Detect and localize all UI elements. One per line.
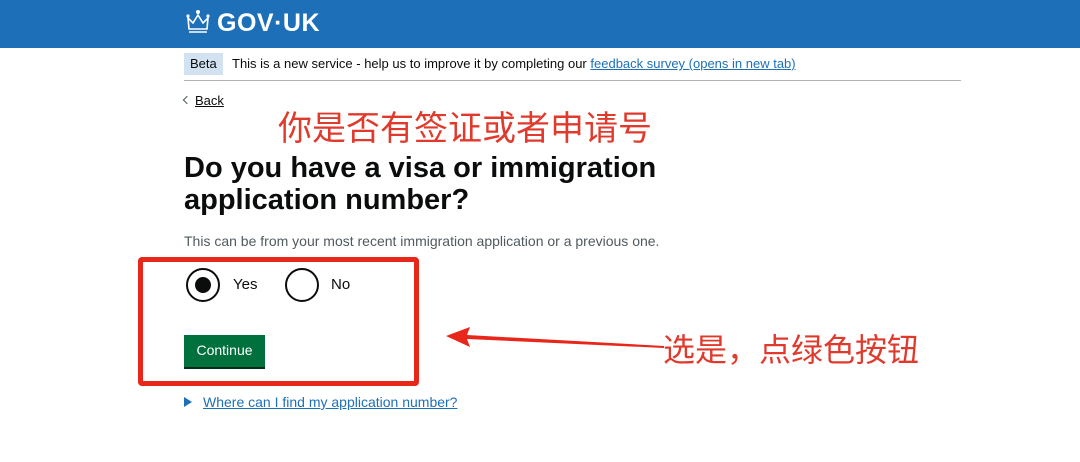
phase-banner-message: This is a new service - help us to impro… xyxy=(232,56,587,71)
back-link[interactable]: Back xyxy=(182,92,224,110)
crown-icon[interactable] xyxy=(184,9,212,35)
phase-banner-text: This is a new service - help us to impro… xyxy=(232,56,796,72)
back-link-label: Back xyxy=(195,93,224,108)
question-hint: This can be from your most recent immigr… xyxy=(184,233,660,249)
annotation-title: 你是否有签证或者申请号 xyxy=(278,109,652,149)
details-application-number[interactable]: Where can I find my application number? xyxy=(184,393,457,411)
chevron-left-icon xyxy=(182,95,192,105)
feedback-survey-link[interactable]: feedback survey (opens in new tab) xyxy=(590,56,795,71)
annotation-highlight-box xyxy=(138,257,419,386)
govuk-logo-text[interactable]: GOV·UK xyxy=(217,8,320,38)
details-summary[interactable]: Where can I find my application number? xyxy=(203,394,457,410)
govuk-header: GOV·UK xyxy=(0,0,1080,48)
annotation-instruction: 选是，点绿色按钮 xyxy=(663,331,920,369)
beta-tag: Beta xyxy=(184,53,223,75)
annotation-arrow-icon xyxy=(446,327,664,348)
question-heading: Do you have a visa or immigration applic… xyxy=(184,152,657,216)
phase-banner: Beta This is a new service - help us to … xyxy=(184,52,961,81)
triangle-right-icon xyxy=(184,397,192,407)
